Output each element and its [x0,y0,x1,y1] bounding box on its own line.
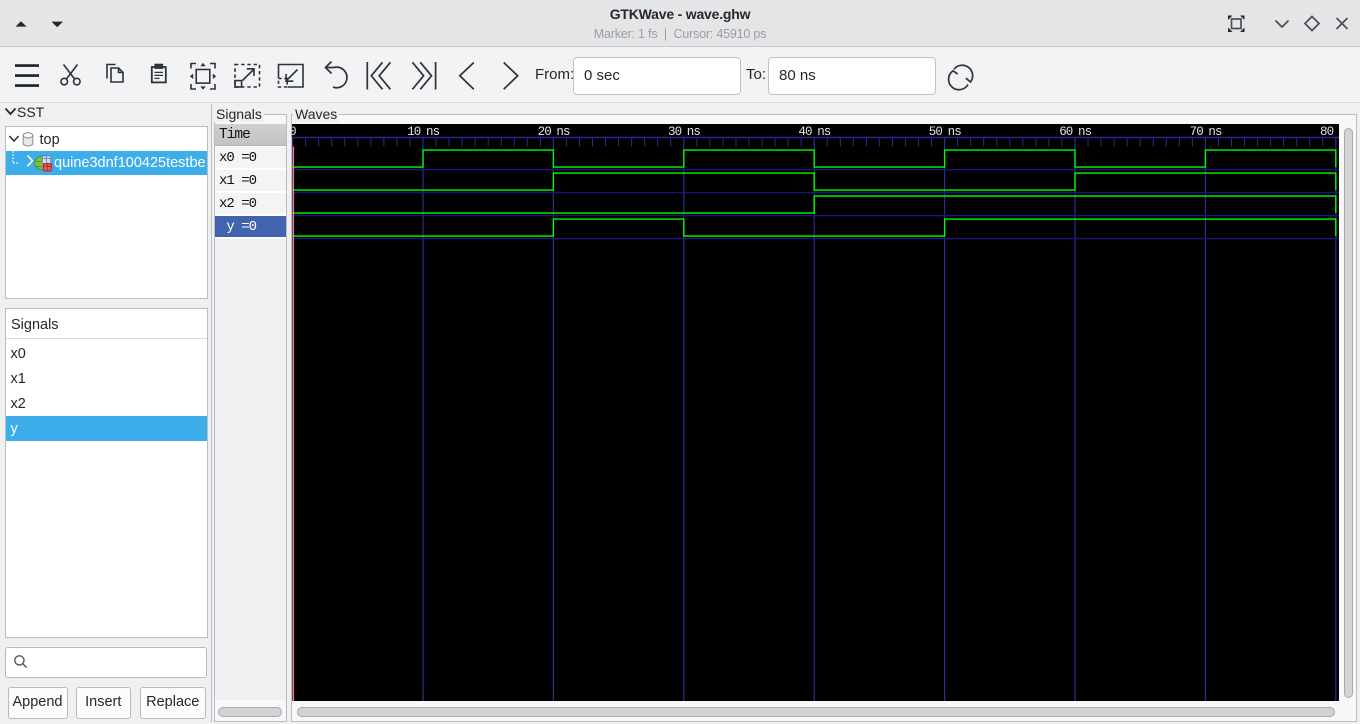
svg-text:50: 50 [929,125,943,139]
svg-text:60: 60 [1059,125,1073,139]
svg-text:ns: ns [1208,125,1222,139]
svg-text:10: 10 [407,125,421,139]
svg-text:ns: ns [556,125,570,139]
svg-text:80: 80 [1320,125,1334,139]
svg-text:ns: ns [426,125,440,139]
svg-text:70: 70 [1190,125,1204,139]
svg-text:ns: ns [948,125,962,139]
svg-text:ns: ns [687,125,701,139]
svg-text:ns: ns [817,125,831,139]
svg-text:20: 20 [538,125,552,139]
svg-text:30: 30 [668,125,682,139]
svg-text:0: 0 [292,125,296,139]
svg-text:ns: ns [1078,125,1092,139]
svg-text:40: 40 [798,125,812,139]
